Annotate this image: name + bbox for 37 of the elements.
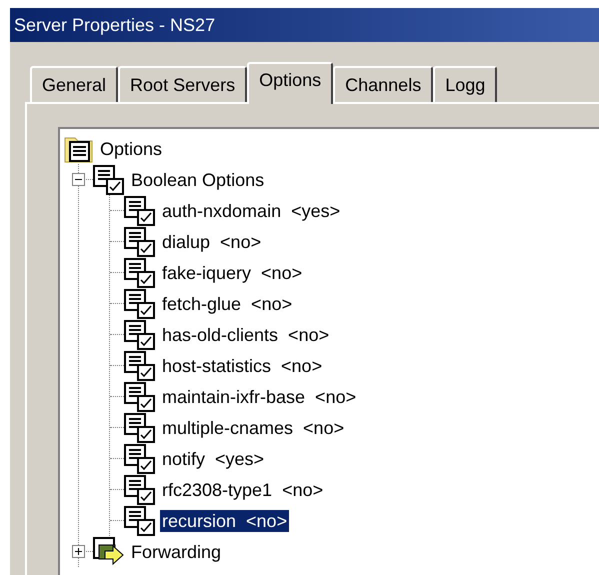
checked-list-icon bbox=[124, 258, 156, 288]
tree-item[interactable]: notify <yes> bbox=[160, 448, 266, 470]
tree-item[interactable]: rfc2308-type1 <no> bbox=[160, 478, 326, 500]
collapse-toggle[interactable] bbox=[72, 173, 85, 186]
checked-list-icon bbox=[124, 474, 156, 504]
checked-list-icon bbox=[124, 444, 156, 474]
expand-toggle[interactable] bbox=[72, 545, 85, 558]
checked-list-icon bbox=[124, 196, 156, 226]
tree-item[interactable]: recursion <no> bbox=[160, 510, 290, 532]
tree-item[interactable]: host-statistics <no> bbox=[160, 354, 324, 376]
checked-list-icon bbox=[124, 350, 156, 380]
checked-list-icon bbox=[124, 382, 156, 412]
tree-item[interactable]: fake-iquery <no> bbox=[160, 262, 304, 284]
checked-list-icon bbox=[124, 288, 156, 318]
tree-item[interactable]: fetch-glue <no> bbox=[160, 292, 294, 314]
tree-item[interactable]: auth-nxdomain <yes> bbox=[160, 200, 342, 222]
tree-item[interactable]: has-old-clients <no> bbox=[160, 324, 332, 346]
checked-list-icon bbox=[124, 412, 156, 442]
tree-item[interactable]: Boolean Options bbox=[129, 168, 266, 190]
tree-item[interactable]: multiple-cnames <no> bbox=[160, 416, 346, 438]
checked-list-icon bbox=[124, 320, 156, 350]
tree-item[interactable]: Options bbox=[98, 138, 164, 160]
tab[interactable]: General bbox=[30, 66, 118, 102]
tree-item[interactable]: dialup <no> bbox=[160, 230, 264, 252]
tree-item[interactable]: maintain-ixfr-base <no> bbox=[160, 386, 358, 408]
checked-list-icon bbox=[93, 164, 125, 194]
plus-icon bbox=[74, 547, 83, 556]
window-title: Server Properties - NS27 bbox=[14, 14, 216, 37]
tab[interactable]: Options bbox=[247, 62, 334, 104]
tab[interactable]: Root Servers bbox=[118, 66, 248, 102]
forward-arrow-icon bbox=[93, 536, 125, 566]
checked-list-icon bbox=[124, 506, 156, 536]
tree-item[interactable]: Forwarding bbox=[129, 540, 224, 562]
folder-list-icon bbox=[64, 134, 94, 162]
tab[interactable]: Logg bbox=[433, 66, 498, 102]
tab[interactable]: Channels bbox=[333, 66, 434, 102]
checked-list-icon bbox=[124, 226, 156, 256]
